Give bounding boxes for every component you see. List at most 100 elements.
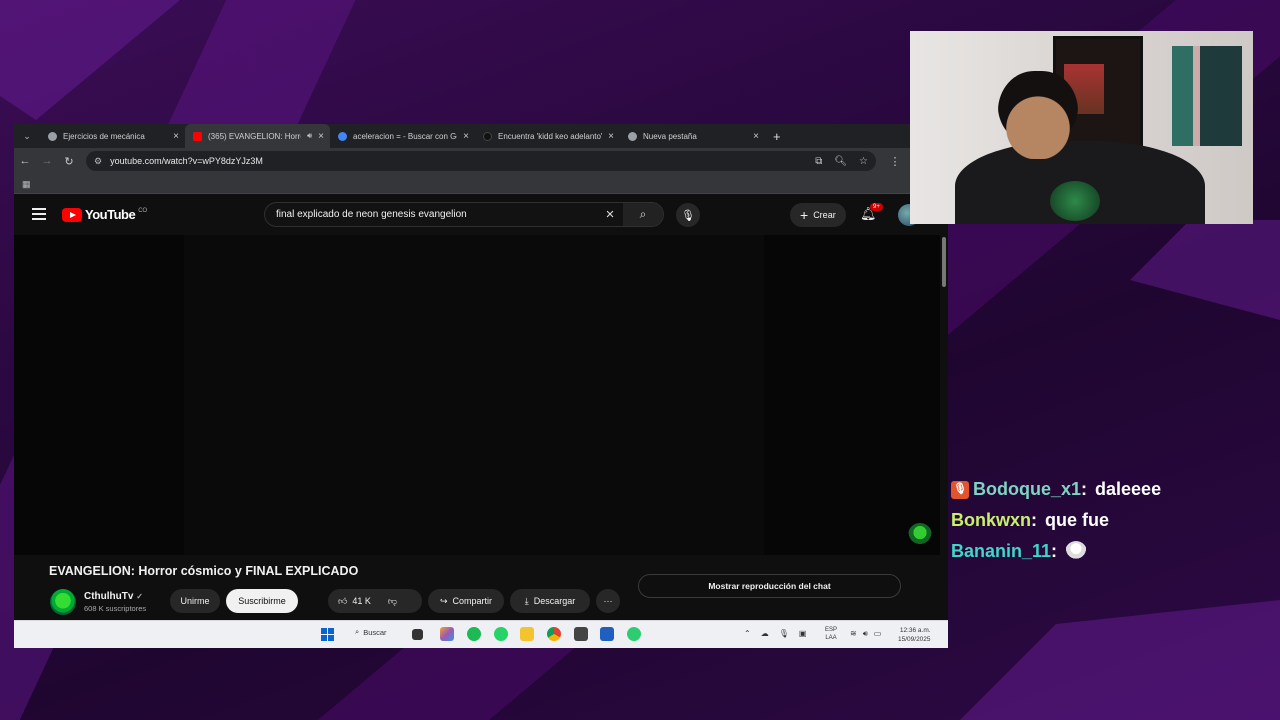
tab-title: aceleracion = - Buscar con Goo	[353, 131, 458, 141]
taskbar-search[interactable]: ⌕ Buscar	[355, 627, 387, 637]
microphone-icon[interactable]: 🎙︎	[779, 629, 789, 638]
video-player[interactable]	[14, 235, 940, 555]
tab-bar: ⌄ Ejercicios de mecánica × (365) EVANGEL…	[14, 124, 948, 148]
verified-icon: ✓	[136, 592, 143, 601]
input-language[interactable]: ESP LAA	[825, 626, 837, 642]
like-dislike-group: 👍︎ 41 K 👎︎	[328, 589, 422, 613]
plus-icon: +	[800, 207, 809, 223]
channel-avatar[interactable]	[50, 589, 76, 615]
tab-tiktok[interactable]: Encuentra 'kidd keo adelanto' e ×	[475, 124, 620, 148]
chat-text: daleeee	[1095, 479, 1162, 499]
search-button[interactable]: ⌕	[623, 203, 663, 226]
copilot-icon[interactable]	[440, 627, 454, 641]
share-label: Compartir	[452, 596, 493, 606]
url-text: youtube.com/watch?v=wPY8dzYJz3M	[110, 156, 263, 166]
scrollbar-thumb[interactable]	[942, 237, 946, 287]
file-explorer-icon[interactable]	[520, 627, 534, 641]
chrome-icon[interactable]	[547, 627, 561, 641]
apps-grid-icon[interactable]: ▦	[22, 179, 31, 189]
join-label: Unirme	[180, 596, 210, 606]
create-button[interactable]: + Crear	[790, 203, 846, 227]
network-volume-battery[interactable]: ≋ 🔊︎ ▭	[850, 629, 881, 639]
tab-title: Ejercicios de mecánica	[63, 131, 145, 141]
zoom-icon[interactable]: 🔍︎	[834, 156, 847, 167]
search-icon: ⌕	[355, 627, 360, 636]
close-icon[interactable]: ×	[173, 131, 179, 142]
tray-monitor-icon[interactable]: ▣	[799, 629, 807, 638]
channel-name-text: CthulhuTv	[84, 591, 134, 602]
logo-country: CO	[138, 207, 148, 214]
close-icon[interactable]: ×	[463, 131, 469, 142]
tab-title: Encuentra 'kidd keo adelanto' e	[498, 131, 603, 141]
more-actions-button[interactable]: ···	[596, 589, 620, 613]
chrome-icon	[628, 131, 637, 141]
video-title: EVANGELION: Horror cósmico y FINAL EXPLI…	[49, 564, 359, 578]
channel-name[interactable]: CthulhuTv ✓	[84, 591, 146, 602]
clear-search-icon[interactable]: ×	[597, 206, 623, 223]
reload-icon[interactable]: ↻	[58, 155, 80, 168]
chat-message: Bananin_11 :	[951, 536, 1161, 567]
chat-message: Bonkwxn : que fue	[951, 505, 1161, 536]
back-icon[interactable]: ←	[14, 155, 36, 167]
speaker-icon[interactable]: 🔊︎	[307, 131, 312, 141]
extensions-icon[interactable]: ⋮	[884, 155, 906, 168]
forward-icon[interactable]: →	[36, 155, 58, 167]
chat-username: Bananin_11	[951, 541, 1052, 561]
chat-separator: :	[1031, 510, 1038, 530]
subscribe-button[interactable]: Suscribirme	[226, 589, 298, 613]
install-icon[interactable]: ⧉	[815, 156, 822, 167]
tab-title: (365) EVANGELION: Horror	[208, 131, 302, 141]
tab-new[interactable]: Nueva pestaña ×	[620, 124, 765, 148]
notification-badge: 9+	[870, 203, 883, 211]
chevron-up-icon[interactable]: ⌃	[744, 629, 751, 638]
download-button[interactable]: ⤓ Descargar	[510, 589, 590, 613]
battery-icon: ▭	[873, 629, 882, 638]
download-label: Descargar	[533, 596, 576, 606]
bookmark-star-icon[interactable]: ☆	[859, 156, 868, 167]
site-info-icon[interactable]: ⚙	[94, 156, 102, 167]
close-icon[interactable]: ×	[318, 131, 324, 142]
address-bar: ← → ↻ ⚙ youtube.com/watch?v=wPY8dzYJz3M …	[14, 148, 948, 174]
close-icon[interactable]: ×	[608, 131, 614, 142]
clock[interactable]: 12:36 a.m. 15/09/2025	[898, 626, 931, 644]
task-view-icon[interactable]	[412, 629, 423, 640]
tab-search-icon[interactable]: ⌄	[14, 124, 40, 148]
show-chat-replay-button[interactable]: Mostrar reproducción del chat	[638, 574, 901, 598]
tab-youtube[interactable]: (365) EVANGELION: Horror 🔊︎ ×	[185, 124, 330, 148]
tab-google[interactable]: aceleracion = - Buscar con Goo ×	[330, 124, 475, 148]
close-icon[interactable]: ×	[753, 131, 759, 142]
search-input[interactable]: final explicado de neon genesis evangeli…	[265, 209, 597, 220]
chat-text: que fue	[1045, 510, 1110, 530]
new-tab-icon[interactable]: +	[765, 129, 789, 144]
menu-icon[interactable]	[32, 208, 46, 223]
hanging-clothes	[1172, 46, 1242, 146]
spotify-icon[interactable]	[467, 627, 481, 641]
join-button[interactable]: Unirme	[170, 589, 220, 613]
obs-icon[interactable]	[627, 627, 641, 641]
share-icon: ↪	[439, 595, 448, 606]
url-field[interactable]: ⚙ youtube.com/watch?v=wPY8dzYJz3M ⧉ 🔍︎ ☆	[86, 151, 876, 171]
search-icon: ⌕	[639, 207, 647, 221]
app-icon[interactable]	[574, 627, 588, 641]
video-frame	[184, 235, 764, 555]
share-button[interactable]: ↪ Compartir	[428, 589, 504, 613]
tab-ejercicios[interactable]: Ejercicios de mecánica ×	[40, 124, 185, 148]
youtube-logo[interactable]: YouTube CO	[62, 207, 147, 222]
youtube-icon	[193, 131, 202, 141]
whatsapp-icon[interactable]	[494, 627, 508, 641]
visual-studio-icon[interactable]	[600, 627, 614, 641]
like-icon[interactable]: 👍︎	[338, 596, 347, 607]
windows-start-icon[interactable]	[321, 628, 334, 641]
page-scrollbar[interactable]	[940, 235, 948, 615]
channel-watermark-icon[interactable]	[908, 523, 932, 547]
like-count[interactable]: 41 K	[352, 596, 371, 606]
download-icon: ⤓	[524, 595, 529, 606]
stream-chat: 🎙︎ Bodoque_x1 : daleeee Bonkwxn : que fu…	[951, 474, 1161, 567]
dislike-icon[interactable]: 👎︎	[388, 596, 397, 607]
shirt-graphic	[1050, 181, 1100, 221]
voice-search-icon[interactable]: 🎙︎	[676, 203, 700, 227]
youtube-play-icon	[62, 207, 82, 222]
search-box: final explicado de neon genesis evangeli…	[264, 202, 664, 227]
tray-app-icon[interactable]: ☁	[761, 629, 769, 638]
channel-info: CthulhuTv ✓ 608 K suscriptores	[50, 589, 146, 615]
